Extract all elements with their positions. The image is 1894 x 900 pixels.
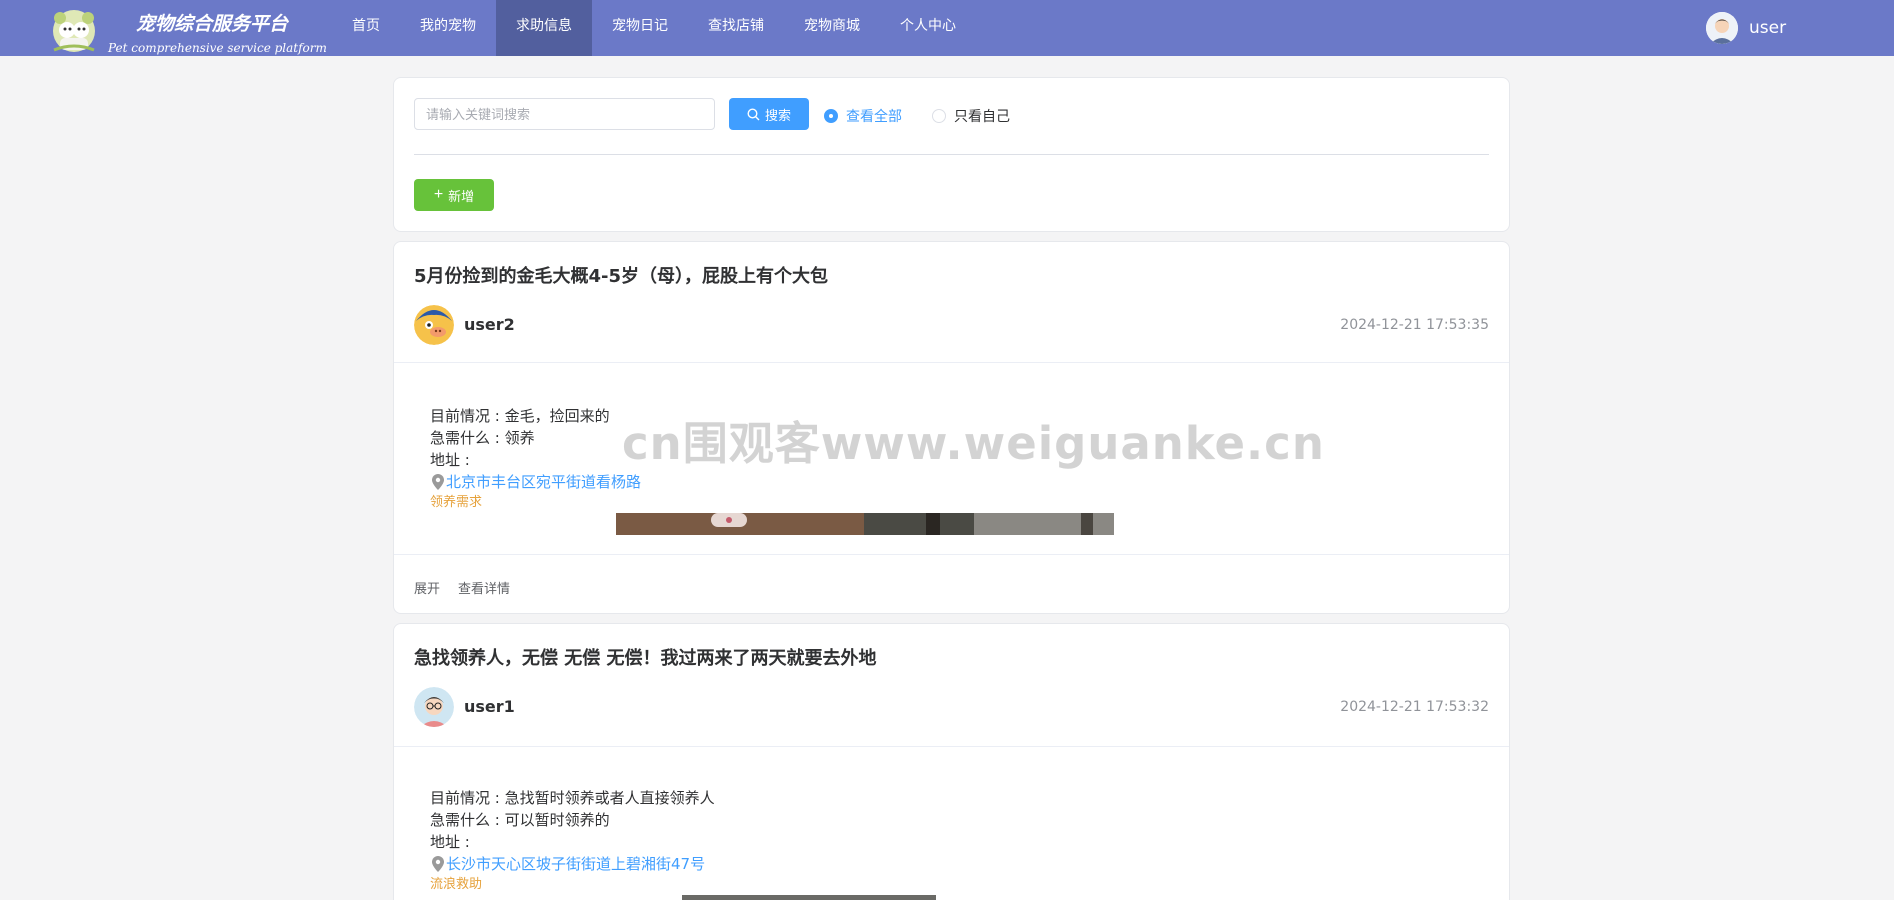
nav-item-home[interactable]: 首页 — [332, 0, 400, 56]
radio-checked-icon — [824, 109, 838, 123]
post-situation: 目前情况 : 金毛，捡回来的 — [430, 407, 610, 425]
post-title[interactable]: 5月份捡到的金毛大概4-5岁（母），屁股上有个大包 — [414, 262, 828, 288]
brand-title: 宠物综合服务平台 — [136, 13, 289, 35]
post-card: 急找领养人，无偿 无偿 无偿！我过两来了两天就要去外地 user1 2024-1… — [393, 623, 1510, 900]
post-card: 5月份捡到的金毛大概4-5岁（母），屁股上有个大包 user2 2024-12-… — [393, 241, 1510, 614]
post-body: 目前情况 : 急找暂时领养或者人直接领养人 急需什么 : 可以暂时领养的 地址 … — [430, 787, 715, 895]
post-time: 2024-12-21 17:53:35 — [1340, 317, 1489, 333]
post-address-row: 北京市丰台区宛平街道看杨路 — [430, 471, 641, 493]
search-button-label: 搜索 — [764, 107, 791, 123]
post-address-link[interactable]: 长沙市天心区坡子街街道上碧湘街47号 — [446, 853, 705, 875]
location-pin-icon — [432, 474, 444, 490]
filter-only-mine-label: 只看自己 — [954, 109, 1010, 125]
search-button[interactable]: 搜索 — [729, 98, 809, 130]
author-avatar — [414, 305, 454, 345]
post-author: user2 — [464, 315, 515, 334]
post-address-row: 长沙市天心区坡子街街道上碧湘街47号 — [430, 853, 715, 875]
add-button[interactable]: + 新增 — [414, 179, 494, 211]
divider — [414, 154, 1489, 155]
brand-subtitle: Pet comprehensive service platform — [108, 41, 327, 55]
top-nav-bar: 宠物综合服务平台 Pet comprehensive service platf… — [0, 0, 1894, 56]
post-image[interactable] — [616, 513, 1114, 535]
author-avatar — [414, 687, 454, 727]
separator — [394, 554, 1509, 555]
filter-view-all-label: 查看全部 — [846, 109, 902, 125]
post-need: 急需什么 : 可以暂时领养的 — [430, 811, 610, 829]
user-name: user — [1749, 18, 1787, 38]
search-panel: 搜索 查看全部 只看自己 + 新增 — [393, 77, 1510, 232]
location-pin-icon — [432, 856, 444, 872]
nav-item-personal-center[interactable]: 个人中心 — [880, 0, 976, 56]
post-address-link[interactable]: 北京市丰台区宛平街道看杨路 — [446, 471, 641, 493]
filter-only-mine[interactable]: 只看自己 — [932, 106, 1010, 126]
post-tag: 流浪救助 — [430, 877, 483, 892]
nav-item-find-store[interactable]: 查找店铺 — [688, 0, 784, 56]
post-body: 目前情况 : 金毛，捡回来的 急需什么 : 领养 地址 : 北京市丰台区宛平街道… — [430, 405, 641, 513]
main-nav: 首页 我的宠物 求助信息 宠物日记 查找店铺 宠物商城 个人中心 — [332, 0, 976, 56]
radio-unchecked-icon — [932, 109, 946, 123]
user-menu[interactable]: user — [1706, 12, 1786, 44]
separator — [394, 362, 1509, 363]
post-author: user1 — [464, 697, 515, 716]
post-image[interactable] — [682, 895, 936, 900]
plus-icon: + — [433, 186, 444, 203]
nav-item-pet-mall[interactable]: 宠物商城 — [784, 0, 880, 56]
expand-button[interactable]: 展开 — [414, 578, 440, 597]
post-tag: 领养需求 — [430, 495, 483, 510]
nav-item-help-info[interactable]: 求助信息 — [496, 0, 592, 56]
post-title[interactable]: 急找领养人，无偿 无偿 无偿！我过两来了两天就要去外地 — [414, 644, 877, 670]
search-icon — [747, 107, 760, 120]
post-address-label: 地址 : — [430, 451, 470, 469]
view-details-button[interactable]: 查看详情 — [458, 578, 510, 597]
filter-view-all[interactable]: 查看全部 — [824, 106, 902, 126]
separator — [394, 746, 1509, 747]
nav-item-my-pets[interactable]: 我的宠物 — [400, 0, 496, 56]
search-input[interactable] — [414, 98, 715, 130]
post-time: 2024-12-21 17:53:32 — [1340, 699, 1489, 715]
post-need: 急需什么 : 领养 — [430, 429, 535, 447]
post-situation: 目前情况 : 急找暂时领养或者人直接领养人 — [430, 789, 715, 807]
pet-logo-icon — [53, 10, 95, 52]
add-button-label: 新增 — [448, 188, 475, 204]
nav-item-pet-diary[interactable]: 宠物日记 — [592, 0, 688, 56]
user-avatar[interactable] — [1706, 12, 1738, 44]
post-actions: 展开 查看详情 — [414, 578, 528, 597]
post-address-label: 地址 : — [430, 833, 470, 851]
